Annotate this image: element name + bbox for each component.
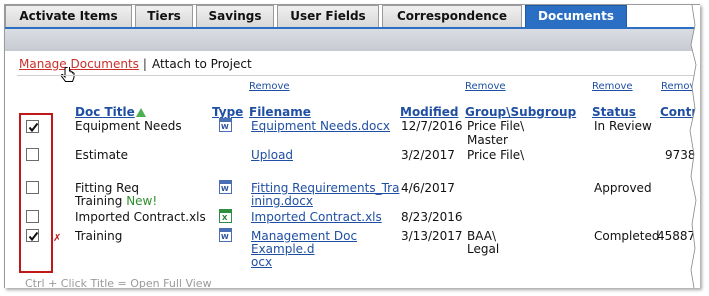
doc-title[interactable]: Equipment Needs <box>75 119 182 133</box>
attach-to-project-link[interactable]: Attach to Project <box>152 57 252 71</box>
manage-documents-link[interactable]: Manage Documents <box>19 57 139 71</box>
svg-text:X: X <box>222 214 228 222</box>
group-subgroup: Price File\ <box>467 119 525 133</box>
tab-bar: Activate Items Tiers Savings User Fields… <box>5 5 700 27</box>
checkmark-icon <box>28 231 39 242</box>
modified-header[interactable]: Modified <box>400 105 459 119</box>
group-subgroup: Price File\ <box>467 148 525 162</box>
tab-user-fields[interactable]: User Fields <box>277 5 379 27</box>
sort-ascending-icon <box>135 108 146 117</box>
subnav-separator: | <box>142 57 147 71</box>
row-checkbox[interactable] <box>26 210 39 223</box>
filename-link[interactable]: Equipment Needs.docx <box>251 119 390 133</box>
svg-text:W: W <box>221 233 229 241</box>
row-checkbox[interactable] <box>26 148 39 161</box>
filename-link-continued[interactable]: ining.docx <box>251 194 313 208</box>
tab-savings[interactable]: Savings <box>196 5 274 27</box>
group-subgroup-header[interactable]: Group\Subgroup <box>465 105 576 119</box>
upload-link[interactable]: Upload <box>251 148 293 162</box>
svg-text:W: W <box>221 185 229 193</box>
doc-title[interactable]: Imported Contract.xls <box>75 210 206 224</box>
doc-title-header-label: Doc Title <box>75 105 135 119</box>
tab-correspondence[interactable]: Correspondence <box>382 5 522 27</box>
type-header[interactable]: Type <box>212 105 243 119</box>
filename-link[interactable]: Management Doc <box>251 229 357 243</box>
svg-text:W: W <box>221 123 229 131</box>
tab-toolbar <box>5 27 700 51</box>
status-header[interactable]: Status <box>592 105 636 119</box>
filename-link-continued[interactable]: ocx <box>251 255 272 269</box>
filename-link-continued[interactable]: Example.d <box>251 242 315 256</box>
modified-date: 3/2/2017 <box>401 148 455 162</box>
modified-date: 4/6/2017 <box>401 181 455 195</box>
filename-header[interactable]: Filename <box>249 105 311 119</box>
word-doc-icon[interactable]: W <box>219 228 232 242</box>
modified-date: 3/13/2017 <box>401 229 463 243</box>
torn-edge <box>689 5 700 288</box>
doc-title[interactable]: Training <box>75 229 122 243</box>
remove-group-column[interactable]: Remove <box>592 81 633 92</box>
checkmark-icon <box>28 122 39 133</box>
error-x-icon: ✗ <box>53 233 62 244</box>
row-checkbox[interactable] <box>26 120 39 133</box>
group-subgroup: Legal <box>467 242 500 256</box>
doc-title-header[interactable]: Doc Title <box>75 105 146 119</box>
doc-title[interactable]: Estimate <box>75 148 128 162</box>
word-doc-icon[interactable]: W <box>219 180 232 194</box>
status-text: Approved <box>594 181 652 195</box>
divider <box>17 75 697 76</box>
doc-title-continued[interactable]: Training <box>75 194 122 208</box>
word-doc-icon[interactable]: W <box>219 118 232 132</box>
tab-documents[interactable]: Documents <box>525 5 627 27</box>
documents-panel: Activate Items Tiers Savings User Fields… <box>4 4 700 288</box>
doc-title-line2: Training New! <box>75 194 157 208</box>
group-subgroup: BAA\ <box>467 229 497 243</box>
tab-tiers[interactable]: Tiers <box>135 5 193 27</box>
footer-hint: Ctrl + Click Title = Open Full View <box>25 277 212 288</box>
remove-filename-column[interactable]: Remove <box>465 81 506 92</box>
status-text: In Review <box>594 119 652 133</box>
row-checkbox[interactable] <box>26 181 39 194</box>
excel-doc-icon[interactable]: X <box>219 209 232 223</box>
status-text: Completed <box>594 229 660 243</box>
new-badge: New! <box>126 194 158 208</box>
modified-date: 8/23/2016 <box>401 210 463 224</box>
doc-title[interactable]: Fitting Req <box>75 181 139 195</box>
documents-subnav: Manage Documents | Attach to Project <box>19 57 252 71</box>
filename-link[interactable]: Imported Contract.xls <box>251 210 382 224</box>
row-checkbox[interactable] <box>26 229 39 242</box>
tab-activate-items[interactable]: Activate Items <box>5 5 132 27</box>
hand-cursor-icon <box>60 67 75 82</box>
group-subgroup: Master <box>467 133 508 147</box>
modified-date: 12/7/2016 <box>401 119 463 133</box>
filename-link[interactable]: Fitting Requirements_Tra <box>251 181 399 195</box>
remove-title-column[interactable]: Remove <box>249 81 290 92</box>
